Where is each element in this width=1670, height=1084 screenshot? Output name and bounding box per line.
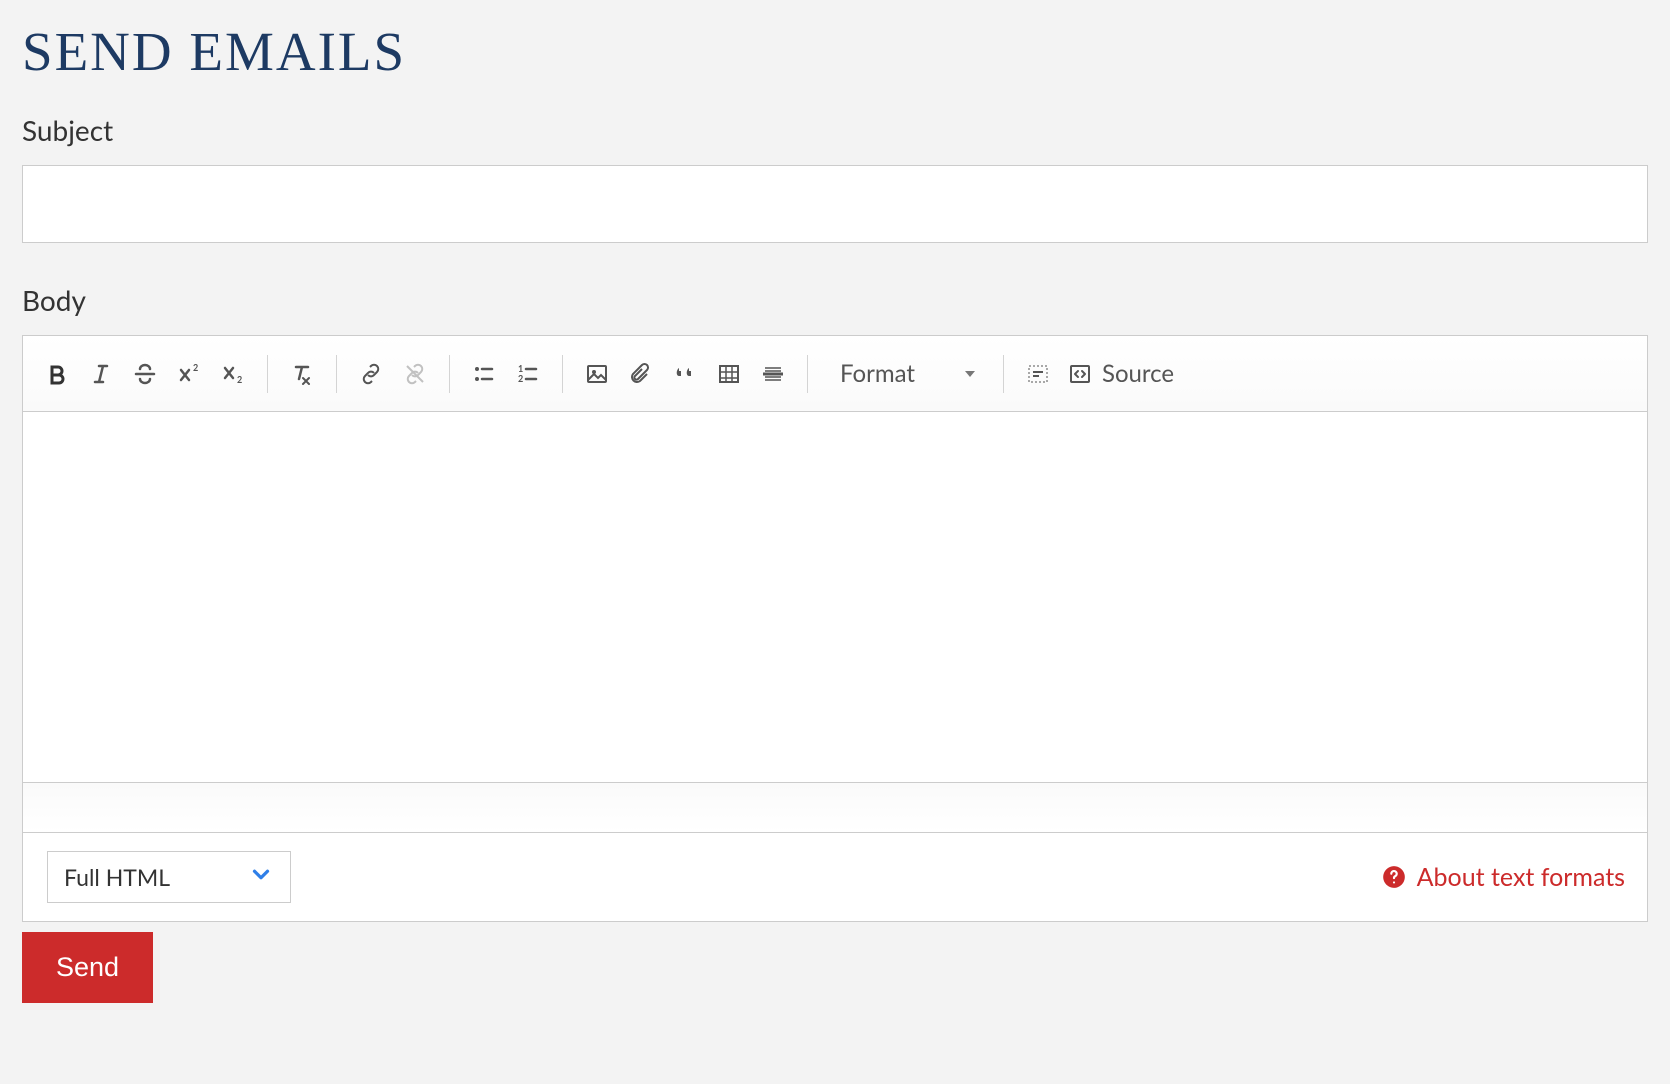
editor-toolbar: 2 2 12 bbox=[23, 336, 1647, 412]
unlink-icon bbox=[395, 354, 435, 394]
strikethrough-icon[interactable] bbox=[125, 354, 165, 394]
format-dropdown[interactable]: Format bbox=[822, 354, 989, 394]
bold-icon[interactable] bbox=[37, 354, 77, 394]
body-input[interactable] bbox=[23, 412, 1647, 782]
text-format-selected: Full HTML bbox=[64, 863, 170, 891]
help-icon bbox=[1381, 864, 1407, 890]
table-icon[interactable] bbox=[709, 354, 749, 394]
svg-text:2: 2 bbox=[237, 374, 242, 385]
subscript-icon[interactable]: 2 bbox=[213, 354, 253, 394]
body-label: Body bbox=[22, 283, 1648, 317]
send-button[interactable]: Send bbox=[22, 932, 153, 1003]
body-field-group: Body 2 2 bbox=[22, 283, 1648, 922]
superscript-icon[interactable]: 2 bbox=[169, 354, 209, 394]
format-dropdown-label: Format bbox=[840, 359, 915, 388]
image-icon[interactable] bbox=[577, 354, 617, 394]
source-button[interactable]: Source bbox=[1062, 354, 1180, 394]
editor-resize-handle[interactable] bbox=[23, 782, 1647, 832]
toolbar-separator bbox=[1003, 355, 1004, 393]
text-format-select[interactable]: Full HTML bbox=[47, 851, 291, 903]
italic-icon[interactable] bbox=[81, 354, 121, 394]
toolbar-separator bbox=[562, 355, 563, 393]
svg-text:2: 2 bbox=[193, 362, 198, 373]
show-blocks-icon[interactable] bbox=[1018, 354, 1058, 394]
rich-text-editor: 2 2 12 bbox=[22, 335, 1648, 833]
chevron-down-icon bbox=[248, 862, 274, 893]
text-format-row: Full HTML About text formats bbox=[22, 833, 1648, 922]
page-title: SEND EMAILS bbox=[22, 20, 1648, 83]
remove-format-icon[interactable] bbox=[282, 354, 322, 394]
horizontal-rule-icon[interactable] bbox=[753, 354, 793, 394]
bullet-list-icon[interactable] bbox=[464, 354, 504, 394]
blockquote-icon[interactable] bbox=[665, 354, 705, 394]
about-text-formats-link[interactable]: About text formats bbox=[1381, 862, 1625, 892]
toolbar-separator bbox=[449, 355, 450, 393]
subject-label: Subject bbox=[22, 113, 1648, 147]
subject-field-group: Subject bbox=[22, 113, 1648, 243]
subject-input[interactable] bbox=[22, 165, 1648, 243]
svg-text:2: 2 bbox=[518, 373, 523, 384]
about-text-formats-label: About text formats bbox=[1417, 862, 1625, 892]
toolbar-separator bbox=[807, 355, 808, 393]
attachment-icon[interactable] bbox=[621, 354, 661, 394]
chevron-down-icon bbox=[965, 371, 975, 377]
toolbar-separator bbox=[267, 355, 268, 393]
numbered-list-icon[interactable]: 12 bbox=[508, 354, 548, 394]
toolbar-separator bbox=[336, 355, 337, 393]
source-label: Source bbox=[1102, 359, 1174, 388]
link-icon[interactable] bbox=[351, 354, 391, 394]
